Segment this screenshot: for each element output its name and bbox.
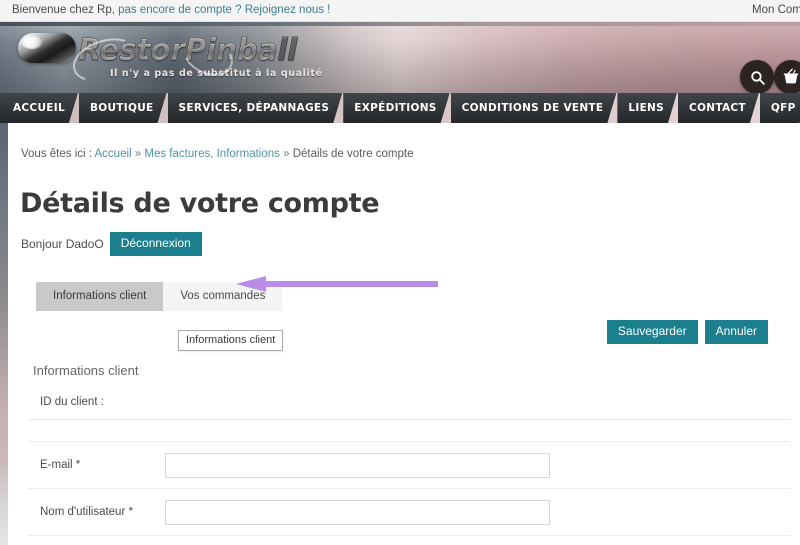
shopping-basket-icon — [782, 68, 800, 86]
form-section-title: Informations client — [33, 363, 139, 378]
label-email: E-mail * — [40, 459, 81, 471]
main-navigation-bar: ACCUEIL BOUTIQUE SERVICES, DÉPANNAGES EX… — [0, 93, 800, 123]
breadcrumb-prefix: Vous êtes ici : — [21, 148, 95, 160]
nav-list: ACCUEIL BOUTIQUE SERVICES, DÉPANNAGES EX… — [0, 93, 800, 123]
site-header-banner: RestorPinball Il n'y a pas de substitut … — [0, 22, 800, 93]
site-logo[interactable]: RestorPinball Il n'y a pas de substitut … — [67, 28, 323, 90]
welcome-prefix: Bienvenue chez Rp, — [12, 4, 119, 16]
tooltip-informations-client: Informations client — [178, 330, 284, 351]
page-content: Vous êtes ici : Accueil » Mes factures, … — [8, 123, 800, 545]
username-field[interactable] — [165, 499, 550, 525]
my-account-link[interactable]: Mon Compt — [752, 4, 800, 16]
greeting-text: Bonjour DadoO — [21, 237, 104, 251]
save-button[interactable]: Sauvegarder — [606, 320, 698, 345]
form-row-username: Nom d'utilisateur * — [28, 489, 790, 536]
logo-text: RestorPinball — [78, 33, 298, 68]
nav-item-accueil[interactable]: ACCUEIL — [0, 93, 78, 123]
breadcrumb-current: Détails de votre compte — [292, 148, 414, 160]
breadcrumb-separator-2: » — [279, 148, 293, 160]
cancel-button[interactable]: Annuler — [704, 320, 768, 345]
nav-item-conditions-de-vente[interactable]: CONDITIONS DE VENTE — [451, 93, 617, 123]
nav-item-services-depannages[interactable]: SERVICES, DÉPANNAGES — [168, 93, 343, 123]
pinball-capsule-icon — [18, 33, 76, 63]
form-row-spacer — [28, 420, 790, 442]
join-us-link[interactable]: pas encore de compte ? Rejoignez nous ! — [118, 4, 330, 16]
nav-item-liens[interactable]: LIENS — [617, 93, 677, 123]
account-info-form: ID du client : E-mail * Nom d'utilisateu… — [28, 385, 790, 545]
page-root: Bienvenue chez Rp, pas encore de compte … — [0, 0, 800, 545]
breadcrumb-link-mes-factures[interactable]: Mes factures, Informations — [144, 148, 280, 160]
page-title: Détails de votre compte — [20, 188, 380, 219]
form-row-display-name: Nom à afficher * — [28, 536, 790, 545]
breadcrumb-link-accueil[interactable]: Accueil — [95, 148, 132, 160]
nav-item-qfp[interactable]: QFP — [760, 93, 800, 123]
nav-item-contact[interactable]: CONTACT — [678, 93, 759, 123]
breadcrumb: Vous êtes ici : Accueil » Mes factures, … — [21, 148, 414, 160]
cart-button[interactable] — [774, 60, 800, 93]
nav-item-boutique[interactable]: BOUTIQUE — [79, 93, 167, 123]
welcome-message: Bienvenue chez Rp, pas encore de compte … — [12, 4, 330, 16]
form-row-email: E-mail * — [28, 442, 790, 489]
account-tabs: Informations client Vos commandes — [36, 282, 283, 311]
tab-vos-commandes[interactable]: Vos commandes — [163, 282, 283, 311]
breadcrumb-separator-1: » — [131, 148, 145, 160]
nav-item-expeditions[interactable]: EXPÉDITIONS — [343, 93, 449, 123]
email-field[interactable] — [165, 452, 550, 478]
tab-informations-client[interactable]: Informations client — [36, 282, 164, 311]
greeting-row: Bonjour DadoO Déconnexion — [21, 231, 202, 257]
left-edge-strip — [0, 123, 8, 545]
label-username: Nom d'utilisateur * — [40, 506, 133, 518]
header-sheen — [0, 22, 800, 26]
top-utility-bar: Bienvenue chez Rp, pas encore de compte … — [0, 0, 800, 22]
logout-button[interactable]: Déconnexion — [109, 231, 202, 257]
form-action-buttons: Sauvegarder Annuler — [606, 320, 768, 345]
form-row-client-id: ID du client : — [28, 385, 790, 420]
label-client-id: ID du client : — [40, 396, 104, 408]
search-button[interactable] — [740, 60, 774, 93]
search-icon — [749, 69, 766, 86]
logo-tagline: Il n'y a pas de substitut à la qualité — [110, 68, 323, 79]
